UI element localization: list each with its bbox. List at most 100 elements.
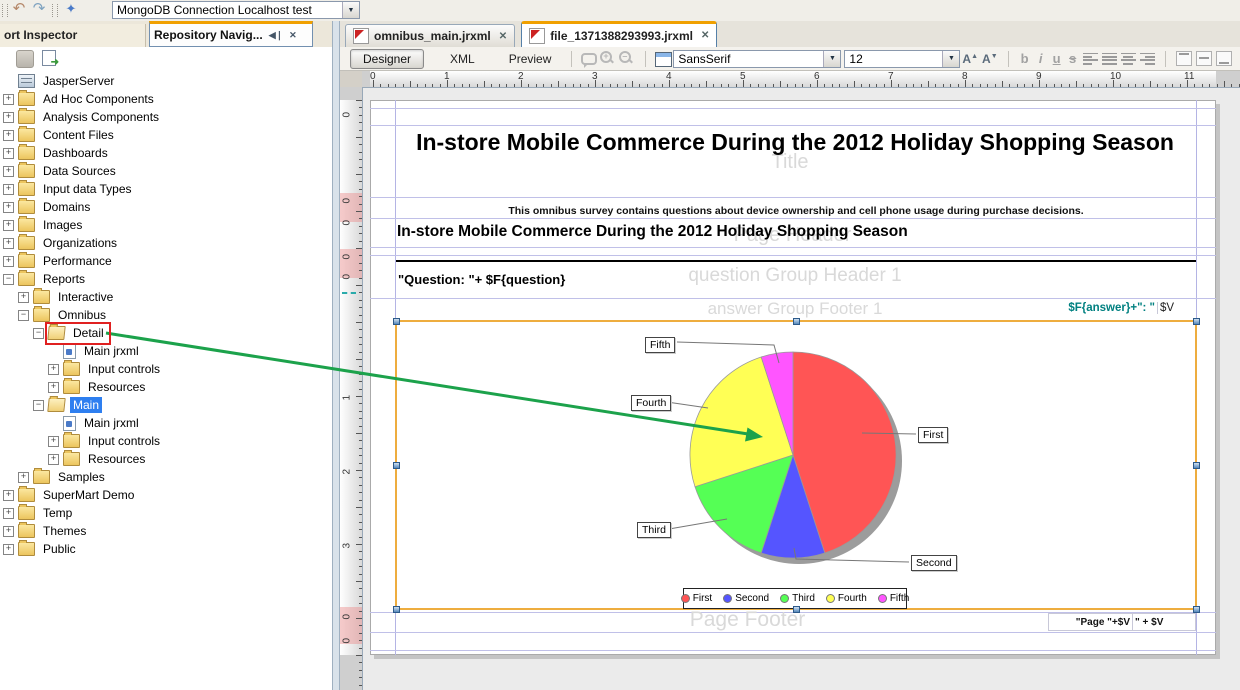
format-u-button[interactable]: u xyxy=(1049,51,1065,66)
align-right-icon[interactable] xyxy=(1140,53,1155,65)
tree-item-samples[interactable]: +Samples xyxy=(0,468,332,486)
expander-plus-icon[interactable]: + xyxy=(48,454,59,465)
align-center-icon[interactable] xyxy=(1121,53,1136,65)
align-left-icon[interactable] xyxy=(1083,53,1098,65)
expander-plus-icon[interactable]: + xyxy=(3,130,14,141)
expander-plus-icon[interactable]: + xyxy=(3,166,14,177)
tree-item-main[interactable]: −Main xyxy=(0,396,332,414)
tree-item-jasperserver[interactable]: JasperServer xyxy=(0,72,332,90)
redo-icon[interactable]: ↷ xyxy=(30,0,48,18)
expander-plus-icon[interactable]: + xyxy=(3,256,14,267)
expander-plus-icon[interactable]: + xyxy=(3,94,14,105)
document-tab-2[interactable]: file_1371388293993.jrxml✕ xyxy=(521,21,717,47)
zoom-out-icon[interactable]: – xyxy=(619,51,636,67)
grow-font-icon[interactable]: A▲ xyxy=(962,52,978,66)
dropdown-arrow-icon[interactable]: ▼ xyxy=(342,2,359,18)
expander-plus-icon[interactable]: + xyxy=(18,292,29,303)
view-button-preview[interactable]: Preview xyxy=(509,52,552,66)
tree-item-images[interactable]: +Images xyxy=(0,216,332,234)
expander-plus-icon[interactable]: + xyxy=(3,202,14,213)
expander-plus-icon[interactable]: + xyxy=(3,508,14,519)
expander-plus-icon[interactable]: + xyxy=(3,184,14,195)
deploy-icon[interactable]: ✦ xyxy=(62,0,80,18)
valign-bottom-icon[interactable] xyxy=(1216,51,1232,66)
format-s-button[interactable]: s xyxy=(1065,51,1081,66)
expander-plus-icon[interactable]: + xyxy=(3,526,14,537)
tab-report-inspector[interactable]: ort Inspector xyxy=(0,24,146,47)
tree-item-content-files[interactable]: +Content Files xyxy=(0,126,332,144)
tree-item-analysis-components[interactable]: +Analysis Components xyxy=(0,108,332,126)
tree-item-dashboards[interactable]: +Dashboards xyxy=(0,144,332,162)
valign-top-icon[interactable] xyxy=(1176,51,1192,66)
zoom-in-icon[interactable]: + xyxy=(600,51,617,67)
expander-plus-icon[interactable]: + xyxy=(18,472,29,483)
selection-handle[interactable] xyxy=(393,318,400,325)
expander-minus-icon[interactable]: − xyxy=(18,310,29,321)
selection-handle[interactable] xyxy=(393,606,400,613)
chart-element-selection[interactable] xyxy=(395,320,1197,610)
tree-item-data-sources[interactable]: +Data Sources xyxy=(0,162,332,180)
export-icon[interactable] xyxy=(42,50,56,66)
dropdown-arrow-icon[interactable]: ▼ xyxy=(823,51,840,67)
tree-item-themes[interactable]: +Themes xyxy=(0,522,332,540)
expander-plus-icon[interactable]: + xyxy=(48,436,59,447)
page-header-text[interactable]: In-store Mobile Commerce During the 2012… xyxy=(397,223,908,241)
separator-line-element[interactable] xyxy=(396,260,1196,262)
selection-handle[interactable] xyxy=(1193,606,1200,613)
expander-plus-icon[interactable]: + xyxy=(3,544,14,555)
expander-plus-icon[interactable]: + xyxy=(3,238,14,249)
report-subtitle-text[interactable]: This omnibus survey contains questions a… xyxy=(396,205,1196,217)
tree-item-resources[interactable]: +Resources xyxy=(0,450,332,468)
tree-item-input-controls[interactable]: +Input controls xyxy=(0,360,332,378)
tree-item-input-data-types[interactable]: +Input data Types xyxy=(0,180,332,198)
expander-plus-icon[interactable]: + xyxy=(48,364,59,375)
page-footer-expression-field-2[interactable]: " + $V xyxy=(1132,613,1196,631)
dropdown-arrow-icon[interactable]: ▼ xyxy=(942,51,959,67)
view-button-xml[interactable]: XML xyxy=(450,52,475,66)
align-justify-icon[interactable] xyxy=(1102,53,1117,65)
expander-plus-icon[interactable]: + xyxy=(48,382,59,393)
tree-item-main-jrxml[interactable]: Main jrxml xyxy=(0,414,332,432)
answer-expression-field[interactable]: $F{answer}+": " xyxy=(1000,302,1155,314)
tree-item-domains[interactable]: +Domains xyxy=(0,198,332,216)
selection-handle[interactable] xyxy=(1193,318,1200,325)
tree-item-interactive[interactable]: +Interactive xyxy=(0,288,332,306)
report-title-text[interactable]: In-store Mobile Commerce During the 2012… xyxy=(400,126,1190,159)
selection-handle[interactable] xyxy=(793,606,800,613)
selection-handle[interactable] xyxy=(1193,462,1200,469)
tree-item-supermart-demo[interactable]: +SuperMart Demo xyxy=(0,486,332,504)
tree-item-performance[interactable]: +Performance xyxy=(0,252,332,270)
table-wizard-icon[interactable] xyxy=(655,51,672,67)
font-size-combobox[interactable]: 12 ▼ xyxy=(844,50,960,68)
expander-plus-icon[interactable]: + xyxy=(3,148,14,159)
tree-item-input-controls[interactable]: +Input controls xyxy=(0,432,332,450)
format-i-button[interactable]: i xyxy=(1033,51,1049,66)
document-tab-1[interactable]: omnibus_main.jrxml✕ xyxy=(345,24,515,47)
tree-item-resources[interactable]: +Resources xyxy=(0,378,332,396)
tree-item-reports[interactable]: −Reports xyxy=(0,270,332,288)
expander-plus-icon[interactable]: + xyxy=(3,490,14,501)
stamp-icon[interactable] xyxy=(16,50,34,68)
selection-handle[interactable] xyxy=(793,318,800,325)
page-footer-expression-field[interactable]: "Page "+$V xyxy=(1048,613,1133,631)
datasource-combobox[interactable]: MongoDB Connection Localhost test ▼ xyxy=(112,1,360,19)
tree-item-organizations[interactable]: +Organizations xyxy=(0,234,332,252)
answer-expression-field-2[interactable]: $V xyxy=(1157,302,1198,314)
valign-middle-icon[interactable] xyxy=(1196,51,1212,66)
format-b-button[interactable]: b xyxy=(1017,51,1033,66)
tree-item-temp[interactable]: +Temp xyxy=(0,504,332,522)
expander-minus-icon[interactable]: − xyxy=(33,328,44,339)
font-family-combobox[interactable]: SansSerif ▼ xyxy=(673,50,841,68)
close-icon[interactable]: ✕ xyxy=(701,30,709,41)
close-icon[interactable]: ✕ xyxy=(289,30,297,41)
panel-divider[interactable] xyxy=(332,21,340,690)
expander-plus-icon[interactable]: + xyxy=(3,112,14,123)
tree-item-public[interactable]: +Public xyxy=(0,540,332,558)
expander-minus-icon[interactable]: − xyxy=(33,400,44,411)
expander-minus-icon[interactable]: − xyxy=(3,274,14,285)
view-button-designer[interactable]: Designer xyxy=(350,49,424,69)
tab-repository-navigator[interactable]: Repository Navig... ◀❘ ✕ xyxy=(149,21,313,47)
tree-item-ad-hoc-components[interactable]: +Ad Hoc Components xyxy=(0,90,332,108)
undo-icon[interactable]: ↶ xyxy=(10,0,28,18)
close-icon[interactable]: ✕ xyxy=(499,31,507,42)
